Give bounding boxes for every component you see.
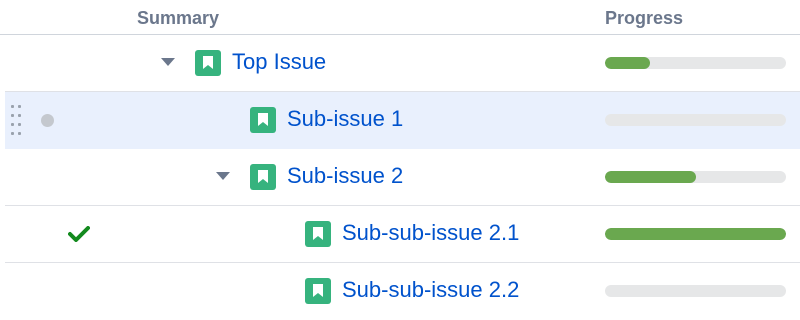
column-header-progress[interactable]: Progress: [605, 8, 683, 29]
table-row[interactable]: Sub-sub-issue 2.2: [5, 263, 800, 320]
checkmark-icon: [68, 226, 90, 247]
issue-title-link[interactable]: Sub-sub-issue 2.1: [342, 220, 519, 246]
progress-bar: [605, 114, 786, 126]
progress-bar: [605, 57, 786, 69]
table-row[interactable]: Sub-issue 1: [5, 92, 800, 149]
table-header: Summary Progress: [0, 0, 800, 35]
progress-bar: [605, 171, 786, 183]
drag-handle-icon[interactable]: [11, 105, 23, 137]
table-row[interactable]: Sub-issue 2: [5, 149, 800, 206]
progress-fill: [605, 57, 651, 69]
caret-down-icon[interactable]: [216, 172, 230, 180]
progress-fill: [605, 228, 786, 240]
caret-down-icon[interactable]: [161, 58, 175, 66]
bookmark-icon: [250, 164, 276, 190]
progress-fill: [605, 171, 696, 183]
status-dot-icon: [41, 114, 54, 127]
bookmark-icon: [305, 278, 331, 304]
issue-title-link[interactable]: Sub-issue 1: [287, 106, 403, 132]
issue-title-link[interactable]: Sub-sub-issue 2.2: [342, 277, 519, 303]
issue-title-link[interactable]: Top Issue: [232, 49, 326, 75]
column-header-summary[interactable]: Summary: [137, 8, 219, 29]
bookmark-icon: [250, 107, 276, 133]
bookmark-icon: [305, 221, 331, 247]
progress-bar: [605, 228, 786, 240]
table-row[interactable]: Sub-sub-issue 2.1: [5, 206, 800, 263]
issue-title-link[interactable]: Sub-issue 2: [287, 163, 403, 189]
issue-hierarchy-table: Summary Progress Top Issue Sub-issue 1 S…: [0, 0, 800, 317]
progress-bar: [605, 285, 786, 297]
bookmark-icon: [195, 50, 221, 76]
table-row[interactable]: Top Issue: [5, 35, 800, 92]
